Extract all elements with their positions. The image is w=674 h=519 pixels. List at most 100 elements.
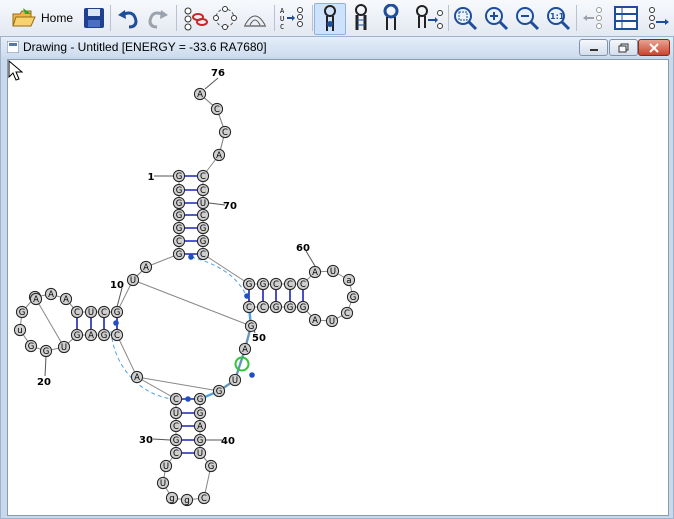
nucleotide[interactable]: C xyxy=(172,234,186,247)
minimize-button[interactable] xyxy=(579,39,608,56)
hairpin-select-button[interactable] xyxy=(314,3,346,35)
nucleotide[interactable]: g xyxy=(165,491,179,504)
nucleotide[interactable]: U xyxy=(84,305,98,318)
nucleotide[interactable]: G xyxy=(97,328,111,341)
circular-layout-button[interactable] xyxy=(212,3,238,33)
nucleotide[interactable]: C xyxy=(218,125,232,138)
nucleotide[interactable]: C xyxy=(340,306,354,319)
zoom-reset-button[interactable]: 1:1 xyxy=(545,3,571,33)
nucleotide[interactable]: G xyxy=(204,459,218,472)
nucleotide[interactable]: G xyxy=(193,406,207,419)
nucleotide[interactable]: U xyxy=(159,459,173,472)
nucleotide[interactable]: U xyxy=(156,476,170,489)
helix-select-button[interactable] xyxy=(348,3,374,33)
undo-button[interactable] xyxy=(116,3,140,33)
backbone-link xyxy=(202,253,250,285)
nucleotide[interactable]: A xyxy=(84,328,98,341)
nucleotide[interactable]: A xyxy=(130,370,144,383)
nucleotide[interactable]: C xyxy=(283,277,297,290)
nucleotide[interactable]: A xyxy=(308,265,322,278)
nucleotide[interactable]: G xyxy=(256,277,270,290)
nucleotide[interactable]: U xyxy=(326,264,340,277)
nucleotide-letter: G xyxy=(176,199,183,209)
nucleotide[interactable]: G xyxy=(110,305,124,318)
nucleotide[interactable]: C xyxy=(169,419,183,432)
nucleotide[interactable]: G xyxy=(193,392,207,405)
nucleotide[interactable]: U xyxy=(193,446,207,459)
nucleotide[interactable]: G xyxy=(172,183,186,196)
nucleotide[interactable]: G xyxy=(283,300,297,313)
link-bases-button[interactable] xyxy=(182,3,208,33)
nucleotide[interactable]: C xyxy=(169,446,183,459)
save-button[interactable] xyxy=(82,3,106,33)
nucleotide[interactable]: C xyxy=(97,305,111,318)
sequence-edit-button[interactable]: AUC xyxy=(278,3,308,33)
nucleotide[interactable]: C xyxy=(242,300,256,313)
nucleotide[interactable]: A xyxy=(139,260,153,273)
nucleotide[interactable]: U xyxy=(325,314,339,327)
home-button[interactable]: Home xyxy=(8,3,76,33)
nucleotide[interactable]: G xyxy=(172,196,186,209)
nucleotide[interactable]: G xyxy=(269,300,283,313)
zoom-out-button[interactable] xyxy=(514,3,540,33)
zoom-in-button[interactable] xyxy=(483,3,509,33)
nucleotide[interactable]: U xyxy=(228,373,242,386)
table-button[interactable] xyxy=(612,3,640,33)
nucleotide[interactable]: G xyxy=(70,328,84,341)
nucleotide[interactable]: G xyxy=(212,384,226,397)
nucleotide[interactable]: C xyxy=(196,247,210,260)
nucleotide[interactable]: g xyxy=(180,493,194,506)
nucleotide[interactable]: G xyxy=(169,433,183,446)
nucleotide[interactable]: U xyxy=(126,273,140,286)
nucleotide[interactable]: C xyxy=(196,208,210,221)
nucleotide[interactable]: G xyxy=(296,300,310,313)
nucleotide[interactable]: C xyxy=(196,169,210,182)
nucleotide[interactable]: A xyxy=(29,292,43,305)
nucleotide[interactable]: G xyxy=(24,339,38,352)
nucleotide[interactable]: G xyxy=(39,344,53,357)
nucleotide[interactable]: C xyxy=(256,300,270,313)
rna-drawing-canvas[interactable]: GGGGGCGCCUCGGCACCACUCGGAGCAAGGuGGUAGGCCC… xyxy=(7,59,669,516)
nucleotide[interactable]: A xyxy=(59,292,73,305)
back-button[interactable] xyxy=(580,3,608,33)
nucleotide[interactable]: A xyxy=(212,148,226,161)
nucleotide[interactable]: G xyxy=(172,169,186,182)
nucleotide[interactable]: A xyxy=(308,313,322,326)
nucleotide[interactable]: C xyxy=(70,305,84,318)
nucleotide[interactable]: G xyxy=(15,305,29,318)
nucleotide[interactable]: a xyxy=(342,273,356,286)
zoom-fit-button[interactable] xyxy=(452,3,478,33)
nucleotide[interactable]: G xyxy=(172,208,186,221)
nucleotide[interactable]: U xyxy=(57,340,71,353)
loop-select-button[interactable] xyxy=(378,3,404,33)
nucleotide[interactable]: u xyxy=(13,323,27,336)
nucleotide[interactable]: G xyxy=(172,221,186,234)
redo-button[interactable] xyxy=(146,3,170,33)
nucleotide[interactable]: C xyxy=(210,102,224,115)
nucleotide[interactable]: A xyxy=(193,87,207,100)
nucleotide[interactable]: C xyxy=(110,328,124,341)
nucleotide[interactable]: G xyxy=(242,277,256,290)
nucleotide[interactable]: C xyxy=(197,491,211,504)
nucleotide[interactable]: C xyxy=(296,277,310,290)
nucleotide[interactable]: G xyxy=(196,234,210,247)
nucleotide[interactable]: G xyxy=(346,290,360,303)
nucleotide[interactable]: U xyxy=(169,406,183,419)
restore-button[interactable] xyxy=(609,39,638,56)
nucleotide[interactable]: G xyxy=(172,247,186,260)
nucleotide[interactable]: C xyxy=(169,392,183,405)
nucleotide[interactable]: G xyxy=(196,221,210,234)
nucleotide[interactable]: A xyxy=(44,287,58,300)
nucleotide[interactable]: C xyxy=(269,277,283,290)
nucleotide[interactable]: G xyxy=(193,433,207,446)
window-titlebar[interactable]: Drawing - Untitled [ENERGY = -33.6 RA768… xyxy=(1,37,673,57)
nucleotide[interactable]: G xyxy=(244,319,258,332)
nucleotide[interactable]: A xyxy=(193,419,207,432)
nucleotide[interactable]: U xyxy=(196,196,210,209)
export-button[interactable] xyxy=(644,3,672,33)
nucleotide[interactable]: C xyxy=(196,183,210,196)
close-button[interactable] xyxy=(638,39,670,56)
nucleotide[interactable]: A xyxy=(238,342,252,355)
loop-export-button[interactable] xyxy=(414,3,444,33)
arc-layout-button[interactable] xyxy=(242,3,268,33)
